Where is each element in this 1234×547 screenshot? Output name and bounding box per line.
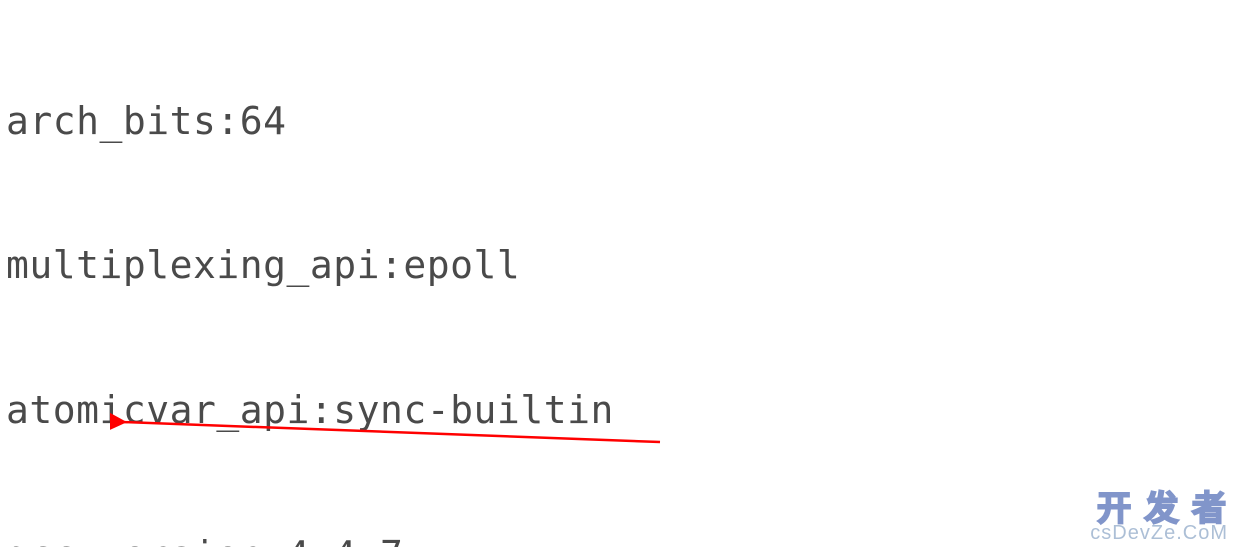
info-line-arch-bits: arch_bits:64	[6, 97, 1228, 145]
info-line-multiplexing-api: multiplexing_api:epoll	[6, 241, 1228, 289]
info-line-gcc-version: gcc_version:4.4.7	[6, 531, 1228, 547]
info-line-atomicvar-api: atomicvar_api:sync-builtin	[6, 386, 1228, 434]
terminal-output: arch_bits:64 multiplexing_api:epoll atom…	[0, 0, 1234, 547]
